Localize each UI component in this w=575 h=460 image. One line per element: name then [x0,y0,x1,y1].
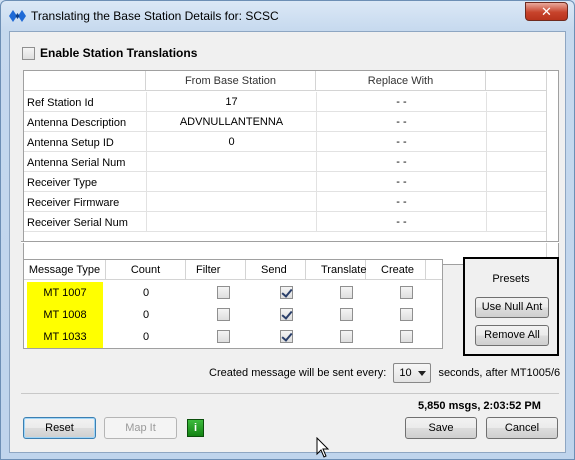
edit-cell: Edit [486,132,548,152]
save-button[interactable]: Save [405,417,477,439]
enable-translations-row[interactable]: Enable Station Translations [22,46,198,61]
send-interval-prefix: Created message will be sent every: [209,367,387,379]
presets-panel: Presets Use Null Ant Remove All [463,257,559,356]
from-base-station-value: ADVNULLANTENNA [146,112,316,132]
translation-row: Receiver Type - -Edit [24,172,558,192]
header-edit [486,71,548,91]
edit-cell: Edit [486,112,548,132]
send-checkbox[interactable] [280,286,293,299]
reset-button[interactable]: Reset [23,417,96,439]
translation-field-label: Receiver Serial Num [27,217,128,229]
translation-field-label: Antenna Description [27,117,127,129]
info-button[interactable]: i [187,419,204,437]
from-base-station-value [146,152,316,172]
filter-checkbox[interactable] [217,330,230,343]
section-divider [21,241,559,243]
translate-checkbox[interactable] [340,308,353,321]
message-header-translate: Translate [306,260,366,280]
message-header-count: Count [106,260,186,280]
message-row: MT 1008 0 [24,304,442,326]
map-it-button[interactable]: Map It [104,417,177,439]
send-interval-suffix: seconds, after MT1005/6 [438,367,561,379]
replace-with-value: - - [316,132,486,152]
send-interval-value: 10 [399,367,412,379]
message-count: 0 [142,331,150,343]
replace-with-value: - - [316,172,486,192]
message-type-cell: MT 1007 [27,282,103,304]
dialog-window: Translating the Base Station Details for… [0,0,575,460]
translation-field-label: Antenna Setup ID [27,137,114,149]
header-from-base-station: From Base Station [146,71,316,91]
translations-table: From Base Station Replace With Ref Stati… [23,70,559,265]
close-button[interactable]: ✕ [525,2,568,21]
header-replace-with: Replace With [316,71,486,91]
message-header-send: Send [246,260,306,280]
edit-cell: Edit [486,172,548,192]
window-title: Translating the Base Station Details for… [31,9,279,23]
from-base-station-value [146,172,316,192]
header-blank [24,71,146,91]
send-interval-select[interactable]: 10 [393,363,432,383]
create-checkbox[interactable] [400,330,413,343]
from-base-station-value: 0 [146,132,316,152]
create-checkbox[interactable] [400,286,413,299]
message-type-table: Message Type Count Filter Send Translate Crea… [23,259,443,349]
translation-row: Antenna Description ADVNULLANTENNA- -Edit [24,112,558,132]
dialog-client-area: Enable Station Translations From Base St… [9,31,566,458]
replace-with-value: - - [316,112,486,132]
translation-row: Receiver Serial Num - -Edit [24,212,558,232]
translate-checkbox[interactable] [340,286,353,299]
translation-row: Ref Station Id 17- -Edit [24,92,558,112]
translation-field-label: Receiver Firmware [27,197,120,209]
filter-checkbox[interactable] [217,286,230,299]
message-header-filter: Filter [186,260,246,280]
filter-checkbox[interactable] [217,308,230,321]
translation-row: Receiver Firmware - -Edit [24,192,558,212]
translations-scroll-strip[interactable] [546,71,558,264]
replace-with-value: - - [316,212,486,232]
from-base-station-value [146,192,316,212]
message-header-create: Create [366,260,426,280]
translation-field-label: Receiver Type [27,177,98,189]
chevron-down-icon [418,371,427,376]
from-base-station-value [146,212,316,232]
translate-checkbox[interactable] [340,330,353,343]
translation-field-label: Ref Station Id [27,97,94,109]
status-text: 5,850 msgs, 2:03:52 PM [418,400,541,412]
message-count: 0 [142,287,150,299]
edit-cell: Edit [486,152,548,172]
bottom-divider [21,393,559,394]
message-row: MT 1033 0 [24,326,442,348]
send-checkbox[interactable] [280,330,293,343]
remove-all-button[interactable]: Remove All [475,325,549,346]
title-bar[interactable]: Translating the Base Station Details for… [1,1,574,31]
edit-cell: Edit [486,212,548,232]
message-row: MT 1007 0 [24,282,442,304]
send-checkbox[interactable] [280,308,293,321]
translation-row: Antenna Setup ID 0- -Edit [24,132,558,152]
create-checkbox[interactable] [400,308,413,321]
translation-field-label: Antenna Serial Num [27,157,126,169]
message-table-header: Message Type Count Filter Send Translate Crea… [24,260,442,280]
mouse-cursor-icon [316,437,330,458]
presets-title: Presets [492,273,530,285]
replace-with-value: - - [316,92,486,112]
send-interval-row: Created message will be sent every: 10 s… [209,363,560,383]
edit-cell: Edit [486,192,548,212]
message-type-cell: MT 1033 [27,326,103,348]
replace-with-value: - - [316,192,486,212]
message-count: 0 [142,309,150,321]
from-base-station-value: 17 [146,92,316,112]
message-header-message-type: Message Type [24,260,106,280]
cancel-button[interactable]: Cancel [486,417,558,439]
enable-translations-label: Enable Station Translations [40,46,198,60]
translation-row: Antenna Serial Num - -Edit [24,152,558,172]
edit-cell: Edit [486,92,548,112]
enable-translations-checkbox[interactable] [22,47,35,61]
replace-with-value: - - [316,152,486,172]
translations-header: From Base Station Replace With [24,71,558,91]
use-null-ant-button[interactable]: Use Null Ant [475,297,549,318]
message-type-cell: MT 1008 [27,304,103,326]
app-diamond-icon [9,10,26,22]
